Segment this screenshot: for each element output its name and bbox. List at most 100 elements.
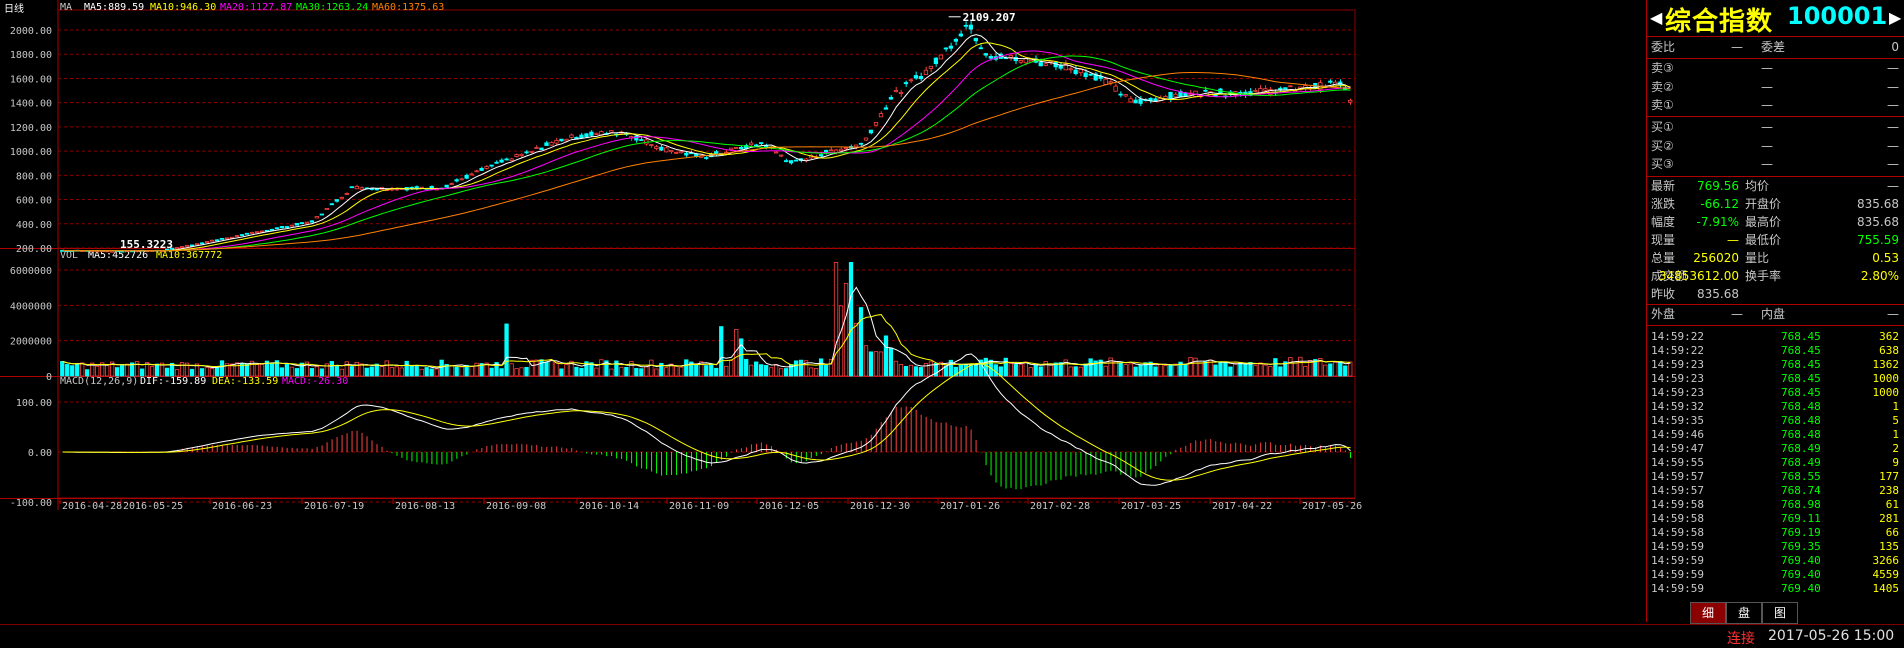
volume-bar-up	[549, 359, 554, 377]
volume-bar-up	[449, 365, 454, 377]
candle-up	[529, 150, 534, 153]
volume-bar-down	[1243, 363, 1248, 377]
candle-up	[773, 151, 779, 154]
candle-up	[549, 142, 554, 146]
volume-bar-up	[654, 368, 659, 377]
volume-bar-up	[1163, 365, 1168, 377]
candle-down	[374, 188, 379, 191]
volume-bar-up	[514, 368, 519, 377]
weibi-label: 委比	[1651, 40, 1676, 54]
next-stock-arrow-icon[interactable]: ▶	[1889, 8, 1901, 27]
volume-bar-up	[878, 351, 884, 377]
stat-value: 256020	[1693, 251, 1739, 265]
candle-down	[489, 164, 494, 167]
volume-bar-down	[639, 368, 644, 377]
volume-bar-down	[913, 366, 919, 377]
date-tick-label: 2016-04-28	[62, 501, 122, 512]
volume-bar-down	[1218, 361, 1223, 377]
tick-price: 769.40	[1781, 582, 1821, 595]
stat-label: 最新	[1651, 179, 1676, 193]
candle-up	[314, 216, 319, 219]
volume-bar-down	[574, 366, 579, 377]
volume-bar-down	[868, 351, 874, 377]
index-code: 100001	[1787, 2, 1888, 30]
tab-orderbook[interactable]: 盘	[1726, 602, 1762, 624]
tab-chart[interactable]: 图	[1762, 602, 1798, 624]
macd-tick-label: 0.00	[28, 448, 52, 459]
ask-price: —	[1761, 79, 1773, 94]
volume-bar-down	[783, 368, 789, 377]
candle-up	[514, 154, 519, 157]
volume-bar-up	[893, 360, 899, 377]
price-tick-label: 600.00	[16, 196, 52, 207]
volume-bar-down	[65, 364, 70, 377]
stat-label: 量比	[1745, 251, 1770, 265]
tick-volume: 1405	[1872, 582, 1900, 595]
ask-label: 卖③	[1651, 61, 1674, 75]
volume-bar-down	[559, 368, 564, 377]
volume-bar-up	[729, 360, 734, 377]
volume-bar-up	[1258, 362, 1263, 377]
volume-bar-up	[344, 361, 349, 377]
volume-bar-down	[848, 261, 854, 377]
volume-bar-up	[1233, 363, 1238, 377]
candle-up	[254, 231, 260, 234]
outer-inner-row: 外盘 — 内盘 —	[1651, 306, 1901, 323]
prev-stock-arrow-icon[interactable]: ◀	[1650, 8, 1662, 27]
connection-status[interactable]: 连接	[1727, 628, 1755, 648]
volume-bar-down	[374, 363, 379, 377]
candle-up	[1288, 85, 1293, 88]
ask-label: 卖②	[1651, 79, 1674, 94]
volume-bar-up	[1078, 366, 1083, 377]
volume-bar-down	[120, 365, 125, 377]
candle-down	[479, 167, 484, 171]
candle-down	[309, 220, 315, 223]
volume-bar-up	[1158, 363, 1163, 377]
volume-bar-down	[279, 367, 285, 377]
volume-bar-down	[1033, 364, 1038, 377]
candle-down	[589, 131, 594, 136]
volume-bar-down	[409, 364, 414, 377]
volume-bar-down	[1073, 366, 1078, 377]
stat-row: 总量 256020 量比 0.53	[1651, 250, 1901, 267]
candle-down	[199, 242, 205, 245]
volume-bar-up	[124, 363, 130, 377]
kline-chart[interactable]: 2000.00 1800.00 1600.00 1400.00 1200.00 1000.…	[0, 0, 1646, 624]
volume-bar-down	[1153, 366, 1158, 377]
volume-bar-up	[749, 364, 754, 377]
vol-ma5-line	[62, 286, 1351, 369]
volume-bar-down	[883, 335, 889, 377]
date-tick-label: 2017-01-26	[940, 501, 1000, 512]
candle-down	[983, 53, 988, 56]
candle-up	[469, 173, 474, 176]
volume-bar-up	[1268, 366, 1273, 377]
tab-detail[interactable]: 细	[1690, 602, 1726, 624]
volume-bar-up	[179, 362, 185, 377]
candle-down	[329, 203, 334, 206]
bid-volume: —	[1887, 138, 1899, 153]
candle-up	[344, 192, 349, 195]
volume-bar-down	[1183, 364, 1188, 377]
volume-bar-up	[1173, 363, 1178, 377]
volume-bar-down	[115, 367, 120, 377]
volume-bar-up	[1103, 365, 1108, 377]
candle-down	[739, 146, 744, 150]
volume-bar-up	[359, 363, 364, 377]
candle-down	[524, 151, 529, 154]
candle-up	[679, 151, 684, 154]
candle-up	[1103, 78, 1108, 85]
candle-up	[354, 186, 359, 190]
candle-down	[584, 133, 589, 137]
volume-bar-down	[524, 366, 529, 377]
ma-label: MA	[60, 2, 72, 13]
ask-volume: —	[1887, 61, 1899, 75]
candle-up	[669, 150, 674, 153]
volume-bar-up	[609, 368, 614, 377]
candle-down	[244, 232, 250, 235]
candle-down	[684, 152, 689, 156]
candle-down	[978, 47, 983, 50]
candle-up	[174, 247, 180, 249]
candle-up	[259, 230, 265, 233]
candle-up	[1113, 85, 1118, 92]
volume-bar-up	[259, 364, 265, 377]
